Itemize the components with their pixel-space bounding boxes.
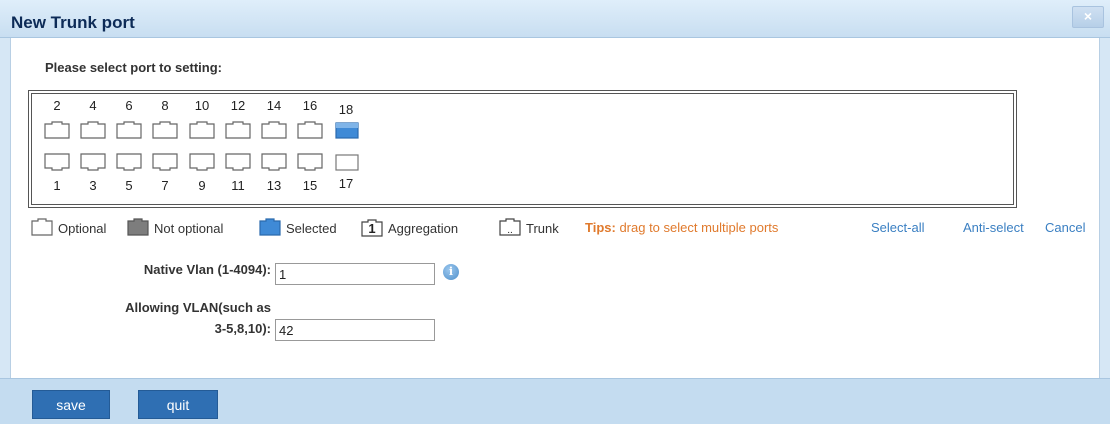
ethernet-port-icon <box>225 153 251 171</box>
ethernet-port-icon <box>44 121 70 139</box>
dialog-footer: save quit <box>0 378 1110 424</box>
legend: Optional Not optional Selected 1 Aggrega… <box>29 217 1099 239</box>
port-11[interactable] <box>223 152 253 172</box>
port-number-label: 18 <box>338 102 354 117</box>
ethernet-port-icon <box>261 153 287 171</box>
dialog: New Trunk port × Please select port to s… <box>0 0 1110 424</box>
ethernet-port-icon <box>152 153 178 171</box>
dialog-title: New Trunk port <box>11 13 135 32</box>
ethernet-port-icon <box>116 121 142 139</box>
dialog-titlebar: New Trunk port × <box>0 0 1110 38</box>
port-8[interactable] <box>150 120 180 140</box>
port-15[interactable] <box>295 152 325 172</box>
port-13[interactable] <box>259 152 289 172</box>
port-4[interactable] <box>78 120 108 140</box>
port-panel[interactable]: 2 4 6 8 10 12 14 16 18 1 3 5 7 9 11 13 15 17 <box>28 90 1017 208</box>
ethernet-port-icon <box>261 121 287 139</box>
info-icon[interactable]: i <box>443 264 459 280</box>
ethernet-port-icon <box>297 121 323 139</box>
tips-text: Tips: drag to select multiple ports <box>585 220 778 235</box>
port-number-label: 10 <box>194 98 210 113</box>
native-vlan-label: Native Vlan (1-4094): <box>143 262 271 277</box>
port-number-label: 5 <box>125 178 133 193</box>
port-number-label: 6 <box>125 98 133 113</box>
ethernet-port-icon <box>189 121 215 139</box>
port-2[interactable] <box>42 120 72 140</box>
port-number-label: 9 <box>198 178 206 193</box>
port-1[interactable] <box>42 152 72 172</box>
ethernet-port-icon <box>116 153 142 171</box>
port-number-label: 13 <box>266 178 282 193</box>
tips-label: Tips: <box>585 220 616 235</box>
not-optional-port-icon <box>125 217 151 239</box>
allowing-vlan-input[interactable] <box>275 319 435 341</box>
ethernet-port-icon <box>80 121 106 139</box>
anti-select-link[interactable]: Anti-select <box>963 220 1024 235</box>
port-number-label: 11 <box>231 178 245 193</box>
select-all-link[interactable]: Select-all <box>871 220 924 235</box>
legend-trunk: .. Trunk <box>497 217 559 239</box>
legend-not-optional: Not optional <box>125 217 223 239</box>
port-number-label: 17 <box>338 176 354 191</box>
native-vlan-input[interactable] <box>275 263 435 285</box>
port-12[interactable] <box>223 120 253 140</box>
cancel-link[interactable]: Cancel <box>1045 220 1085 235</box>
legend-optional: Optional <box>29 217 106 239</box>
port-10[interactable] <box>187 120 217 140</box>
ethernet-port-icon <box>189 153 215 171</box>
port-number-label: 12 <box>230 98 246 113</box>
dialog-content: Please select port to setting: 2 4 6 8 10 12 1… <box>10 38 1100 378</box>
port-6[interactable] <box>114 120 144 140</box>
ethernet-port-icon <box>152 121 178 139</box>
ethernet-port-icon <box>297 153 323 171</box>
tips-body: drag to select multiple ports <box>615 220 779 235</box>
port-9[interactable] <box>187 152 217 172</box>
port-17[interactable] <box>331 152 361 172</box>
allowing-vlan-label-line2: 3-5,8,10): <box>214 321 271 336</box>
ethernet-port-icon <box>335 122 359 139</box>
ethernet-port-icon <box>225 121 251 139</box>
close-button[interactable]: × <box>1072 6 1104 28</box>
port-3[interactable] <box>78 152 108 172</box>
save-button[interactable]: save <box>32 390 110 419</box>
port-number-label: 8 <box>161 98 169 113</box>
port-16[interactable] <box>295 120 325 140</box>
quit-button[interactable]: quit <box>138 390 218 419</box>
svg-text:..: .. <box>507 225 513 236</box>
legend-selected: Selected <box>257 217 337 239</box>
port-18[interactable] <box>331 120 361 140</box>
optional-port-icon <box>29 217 55 239</box>
port-7[interactable] <box>150 152 180 172</box>
port-number-label: 1 <box>53 178 61 193</box>
allowing-vlan-label-line1: Allowing VLAN(such as <box>125 300 271 315</box>
ethernet-port-icon <box>335 154 359 171</box>
port-number-label: 14 <box>266 98 282 113</box>
selected-port-icon <box>257 217 283 239</box>
port-number-label: 4 <box>89 98 97 113</box>
legend-trunk-label: Trunk <box>526 220 559 236</box>
port-number-label: 2 <box>53 98 61 113</box>
port-5[interactable] <box>114 152 144 172</box>
aggregation-badge: 1 <box>368 221 376 236</box>
port-number-label: 3 <box>89 178 97 193</box>
legend-selected-label: Selected <box>286 220 337 236</box>
trunk-port-icon: .. <box>497 217 523 239</box>
instruction-text: Please select port to setting: <box>45 60 222 75</box>
port-number-label: 7 <box>161 178 169 193</box>
port-14[interactable] <box>259 120 289 140</box>
legend-optional-label: Optional <box>58 220 107 236</box>
port-number-label: 15 <box>302 178 318 193</box>
ethernet-port-icon <box>44 153 70 171</box>
aggregation-port-icon: 1 <box>359 219 385 237</box>
port-number-label: 16 <box>302 98 318 113</box>
legend-aggregation: 1 Aggregation <box>359 217 458 239</box>
legend-not-optional-label: Not optional <box>154 220 224 236</box>
legend-aggregation-label: Aggregation <box>388 220 459 236</box>
ethernet-port-icon <box>80 153 106 171</box>
